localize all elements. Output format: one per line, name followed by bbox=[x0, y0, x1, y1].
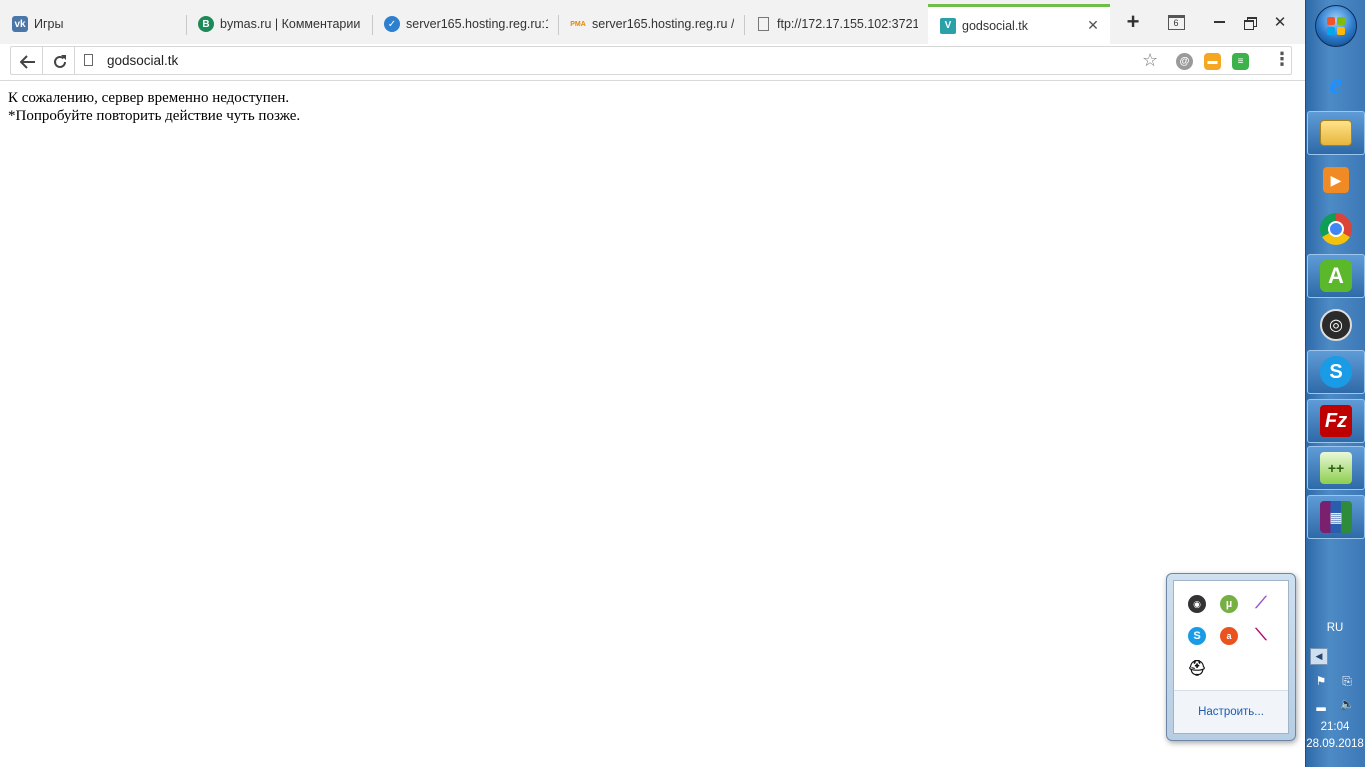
toolbar: godsocial.tk ☆ @ ▬ ≡ ⋮ bbox=[0, 44, 1305, 81]
clock[interactable]: 21:04 28.09.2018 bbox=[1306, 719, 1364, 753]
action-center-flag-icon[interactable]: ⚑ bbox=[1313, 673, 1329, 689]
v-letter-icon: V bbox=[940, 17, 956, 34]
filezilla-icon: Fz bbox=[1320, 405, 1352, 437]
retry-hint: *Попробуйте повторить действие чуть позж… bbox=[8, 108, 301, 124]
obs-icon: ◎ bbox=[1320, 309, 1352, 341]
reload-button[interactable] bbox=[45, 47, 75, 77]
address-bar[interactable]: godsocial.tk ☆ @ ▬ ≡ ⋮ bbox=[10, 46, 1292, 75]
restore-button[interactable] bbox=[1238, 10, 1262, 34]
tray-overflow-popup: ◉ µ ⟋ S a ⟍ ⛑ Настроить... bbox=[1166, 573, 1296, 741]
error-message: К сожалению, сервер временно недоступен. bbox=[8, 90, 290, 106]
vk-icon: vk bbox=[12, 16, 28, 32]
language-indicator[interactable]: RU bbox=[1306, 622, 1364, 634]
notepad-plus-icon: ++ bbox=[1320, 452, 1352, 484]
taskbar-media-player[interactable]: ▶ bbox=[1307, 158, 1365, 202]
reload-icon bbox=[54, 55, 66, 68]
phpmyadmin-icon: PMA bbox=[570, 20, 586, 28]
tab-label: server165.hosting.reg.ru:15 bbox=[406, 17, 548, 31]
vesta-check-icon: ✓ bbox=[384, 16, 400, 32]
show-hidden-icons-button[interactable]: ◀ bbox=[1310, 648, 1328, 665]
steering-wheel-icon[interactable]: ◉ bbox=[1188, 595, 1206, 613]
android-a-icon: A bbox=[1320, 260, 1352, 292]
arrow-left-icon bbox=[20, 55, 35, 69]
tab-label: ftp://172.17.155.102:3721/D bbox=[777, 17, 918, 31]
chat-extension-icon[interactable]: ▬ bbox=[1204, 53, 1221, 70]
browser-window: vk Игры B bymas.ru | Комментарии ✓ serve… bbox=[0, 0, 1305, 767]
tab-strip: vk Игры B bymas.ru | Комментарии ✓ serve… bbox=[0, 0, 1305, 44]
tray-overflow-panel: ◉ µ ⟋ S a ⟍ ⛑ Настроить... bbox=[1173, 580, 1289, 734]
skype-icon: S bbox=[1320, 356, 1352, 388]
taskbar-chrome[interactable] bbox=[1307, 207, 1365, 251]
tab-label: bymas.ru | Комментарии bbox=[220, 17, 361, 31]
clock-date: 28.09.2018 bbox=[1306, 738, 1364, 750]
chrome-icon bbox=[1320, 213, 1352, 245]
tab-label: server165.hosting.reg.ru / N bbox=[592, 17, 734, 31]
taskbar-internet-explorer[interactable]: e bbox=[1307, 62, 1365, 106]
menu-dots-icon[interactable]: ⋮ bbox=[1273, 49, 1291, 69]
network-signal-icon[interactable]: ▂ bbox=[1313, 696, 1329, 712]
taskbar-obs[interactable]: ◎ bbox=[1307, 303, 1365, 347]
tab-vk-games[interactable]: vk Игры bbox=[0, 4, 187, 44]
pink-feather-icon[interactable]: ⟍ bbox=[1252, 627, 1270, 645]
purple-feather-icon[interactable]: ⟋ bbox=[1252, 595, 1270, 613]
new-tab-button[interactable]: + bbox=[1121, 9, 1145, 34]
utorrent-icon[interactable]: µ bbox=[1220, 595, 1238, 613]
tab-server-vesta[interactable]: ✓ server165.hosting.reg.ru:15 bbox=[372, 4, 559, 44]
list-extension-icon[interactable]: ≡ bbox=[1232, 53, 1249, 70]
tab-counter-button[interactable]: 6 bbox=[1164, 10, 1188, 34]
taskbar-file-explorer[interactable] bbox=[1307, 111, 1365, 155]
tab-phpmyadmin[interactable]: PMA server165.hosting.reg.ru / N bbox=[558, 4, 745, 44]
document-icon bbox=[758, 17, 769, 31]
windows-logo-icon bbox=[1327, 17, 1345, 35]
b-letter-icon: B bbox=[198, 16, 214, 32]
skype-icon[interactable]: S bbox=[1188, 627, 1206, 645]
page-info-icon[interactable] bbox=[84, 54, 93, 66]
customize-link[interactable]: Настроить... bbox=[1198, 706, 1264, 718]
taskbar-filezilla[interactable]: Fz bbox=[1307, 399, 1365, 443]
close-icon[interactable]: ✕ bbox=[1086, 17, 1100, 34]
tab-bymas[interactable]: B bymas.ru | Комментарии bbox=[186, 4, 373, 44]
tab-count-badge: 6 bbox=[1167, 14, 1185, 30]
url-text[interactable]: godsocial.tk bbox=[107, 53, 178, 68]
start-button[interactable] bbox=[1315, 5, 1357, 47]
tab-label: Игры bbox=[34, 17, 64, 31]
page-content: К сожалению, сервер временно недоступен.… bbox=[0, 81, 1305, 767]
close-window-button[interactable]: ✕ bbox=[1268, 10, 1292, 34]
taskbar-notepad-plus[interactable]: ++ bbox=[1307, 446, 1365, 490]
taskbar-winrar[interactable]: ▦ bbox=[1307, 495, 1365, 539]
winrar-icon: ▦ bbox=[1320, 501, 1352, 533]
avast-icon[interactable]: a bbox=[1220, 627, 1238, 645]
internet-explorer-icon: e bbox=[1329, 67, 1343, 100]
spy-hat-icon[interactable]: ⛑ bbox=[1187, 659, 1206, 677]
taskbar-skype[interactable]: S bbox=[1307, 350, 1365, 394]
media-player-icon: ▶ bbox=[1323, 167, 1349, 193]
volume-icon[interactable]: 🔈 bbox=[1339, 696, 1355, 712]
clock-time: 21:04 bbox=[1320, 721, 1350, 733]
file-explorer-icon bbox=[1320, 120, 1352, 146]
tab-godsocial[interactable]: V godsocial.tk ✕ bbox=[928, 4, 1110, 44]
minimize-button[interactable] bbox=[1207, 10, 1231, 34]
taskbar: e ▶ A ◎ S Fz ++ ▦ RU ◀ ⚑ ⎘ ▂ 🔈 21:04 28.… bbox=[1305, 0, 1365, 767]
taskbar-android-studio[interactable]: A bbox=[1307, 254, 1365, 298]
tab-ftp[interactable]: ftp://172.17.155.102:3721/D bbox=[744, 4, 928, 44]
mail-at-icon[interactable]: @ bbox=[1176, 53, 1193, 70]
tab-label: godsocial.tk bbox=[962, 18, 1029, 33]
usb-device-icon[interactable]: ⎘ bbox=[1339, 673, 1355, 689]
tray-footer: Настроить... bbox=[1174, 690, 1288, 733]
back-button[interactable] bbox=[13, 47, 43, 77]
bookmark-star-icon[interactable]: ☆ bbox=[1142, 50, 1158, 71]
